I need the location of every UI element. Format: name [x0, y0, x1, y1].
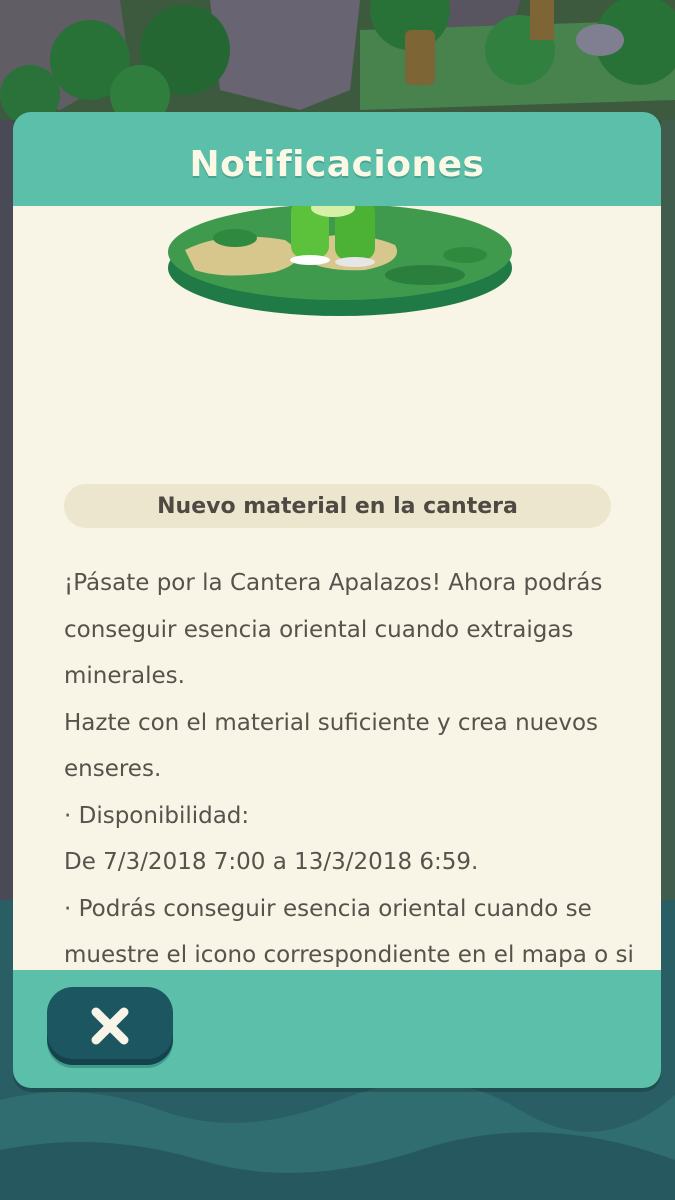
message-line: De 7/3/2018 7:00 a 13/3/2018 6:59.	[64, 849, 479, 875]
notification-dialog: Notificaciones Nuevo material en la cant…	[13, 112, 661, 1088]
message-text: ¡Pásate por la Cantera Apalazos! Ahora p…	[64, 560, 634, 970]
subtitle-banner: Nuevo material en la cantera	[64, 484, 611, 528]
close-button[interactable]	[47, 987, 173, 1065]
message-line: · Disponibilidad:	[64, 802, 250, 829]
dialog-header: Notificaciones	[13, 112, 661, 206]
dialog-title: Notificaciones	[189, 143, 485, 185]
dialog-body: Nuevo material en la cantera ¡Pásate por…	[13, 206, 661, 970]
message-line: · Podrás conseguir esencia oriental cuan…	[64, 895, 634, 969]
game-screen: Notificaciones Nuevo material en la cant…	[0, 0, 675, 1200]
message-line: ¡Pásate por la Cantera Apalazos! Ahora p…	[64, 570, 603, 689]
dialog-footer	[13, 970, 661, 1088]
event-banner-image	[168, 206, 512, 316]
message-line: Hazte con el material suficiente y crea …	[64, 709, 599, 783]
close-x-icon	[91, 1007, 129, 1045]
subtitle-text: Nuevo material en la cantera	[157, 493, 518, 519]
